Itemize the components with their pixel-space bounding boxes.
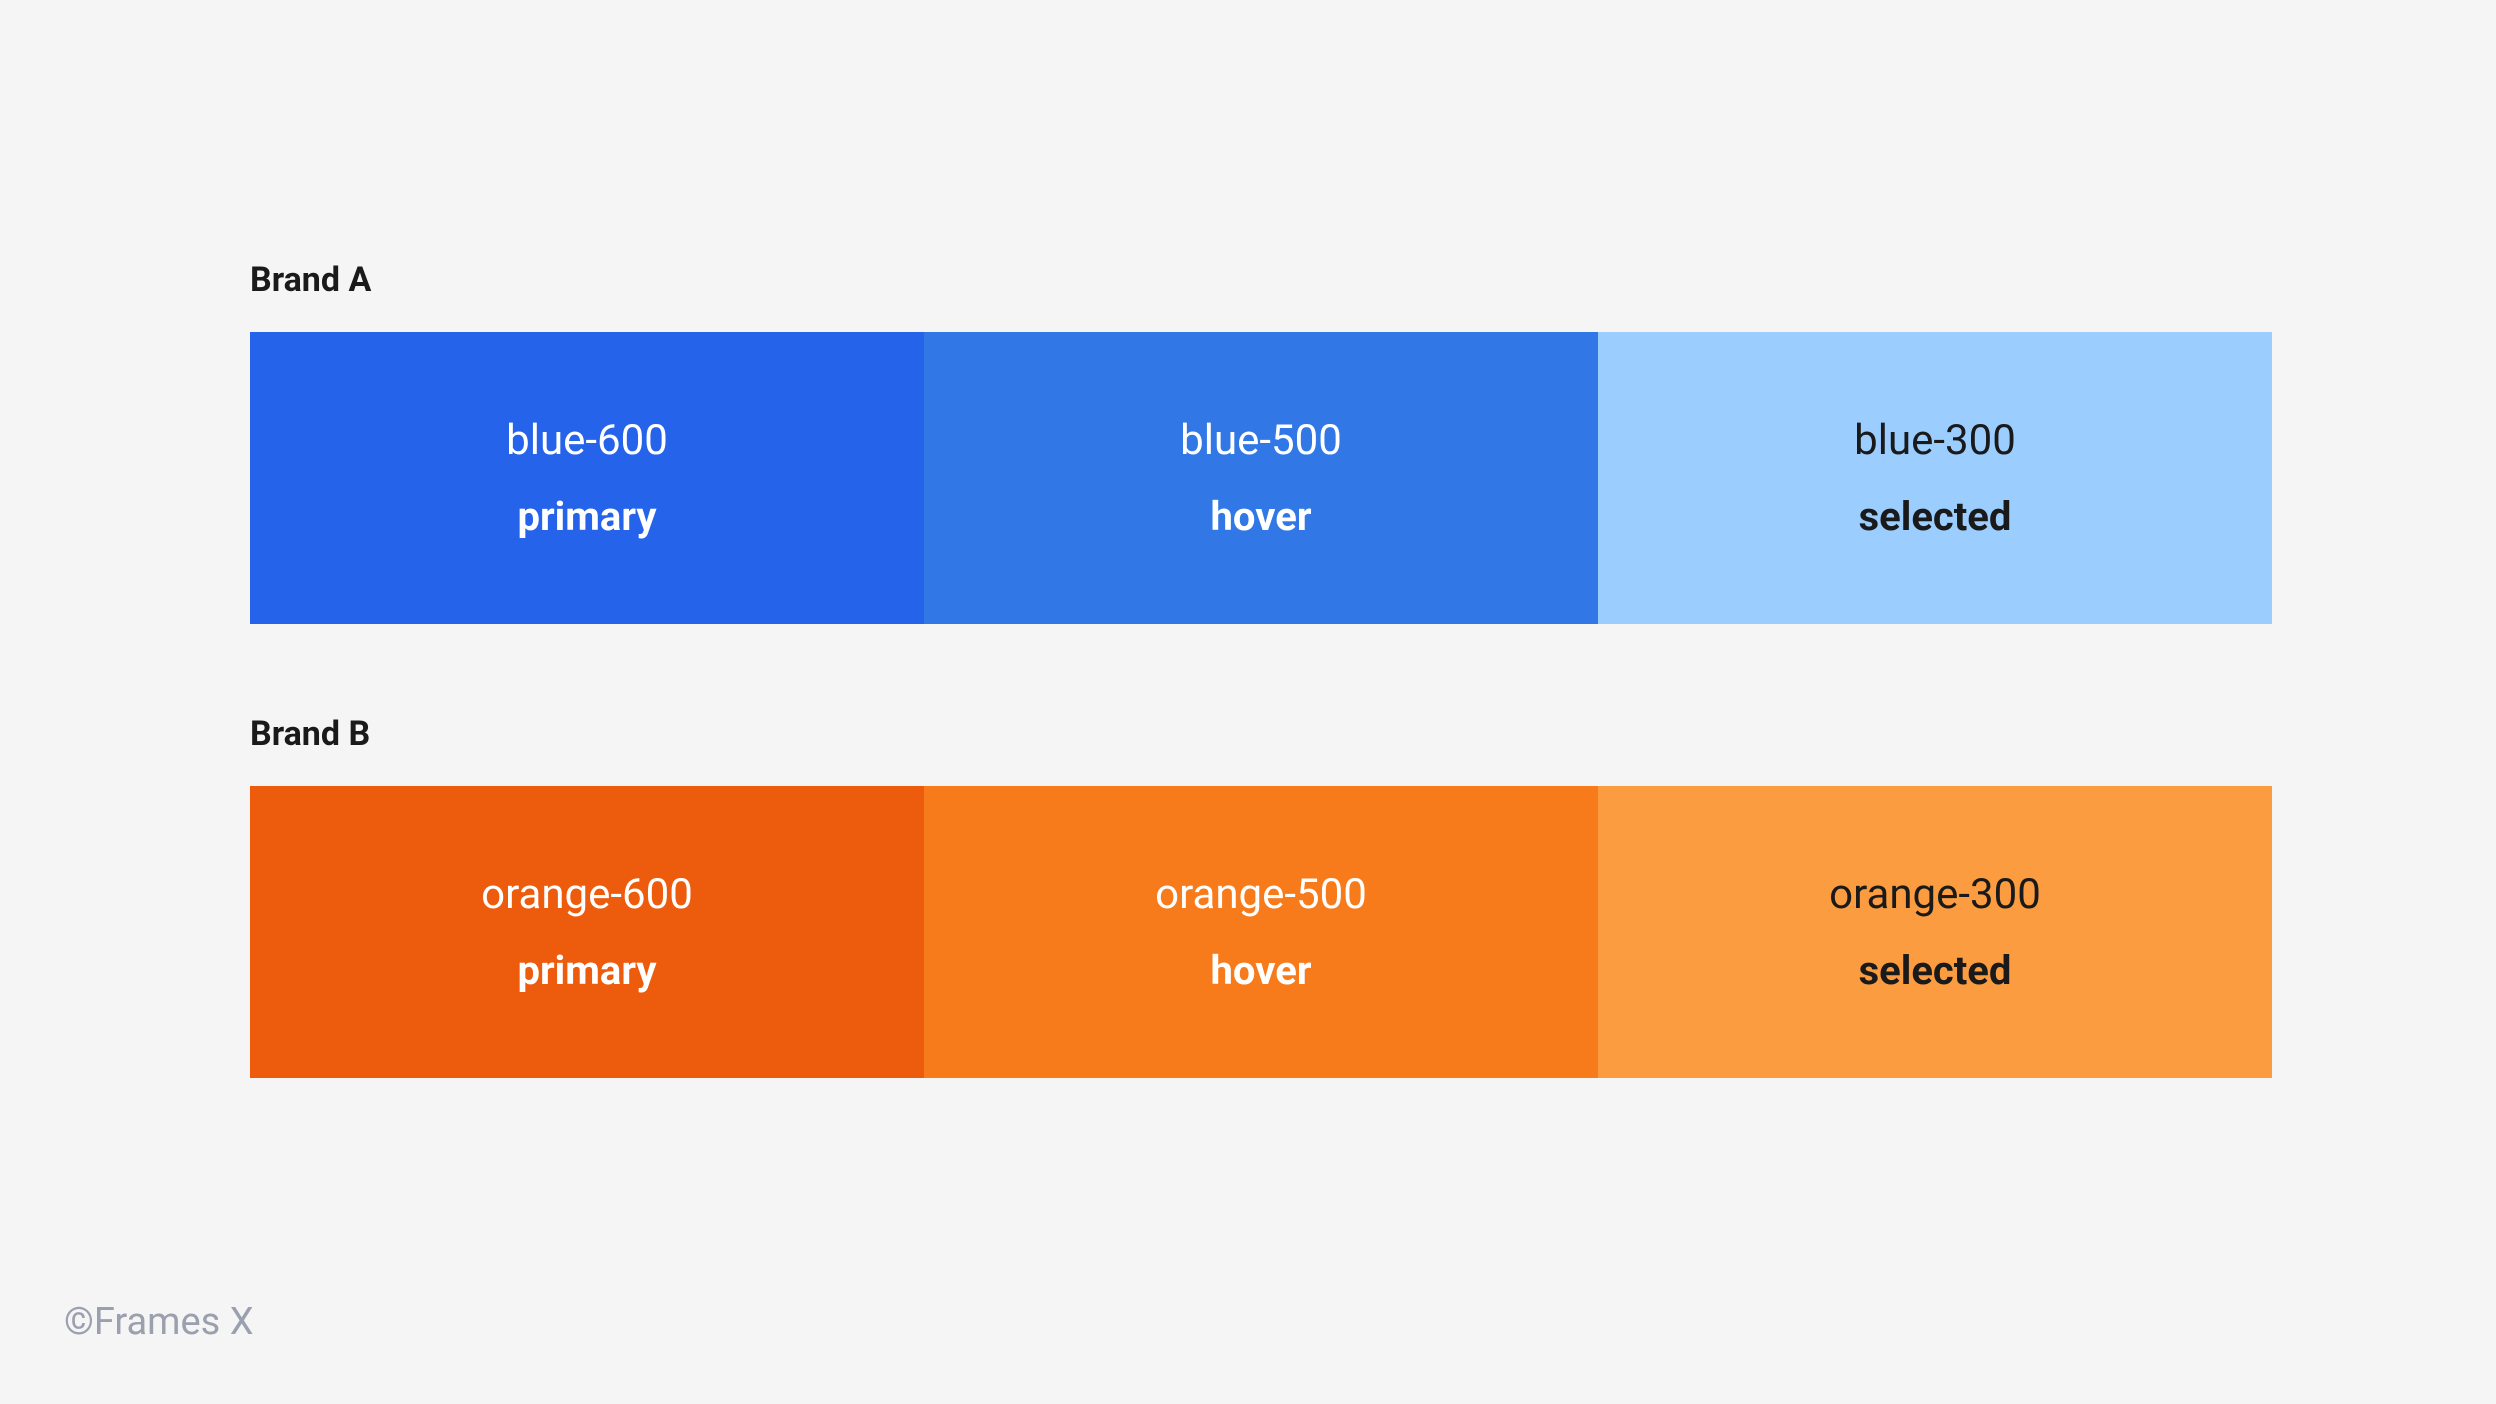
swatch-orange-600: orange-600 primary [250, 786, 924, 1078]
palette-container: Brand A blue-600 primary blue-500 hover … [250, 260, 2272, 1168]
swatch-orange-500: orange-500 hover [924, 786, 1598, 1078]
swatch-name: blue-300 [1854, 416, 2016, 465]
swatch-orange-300: orange-300 selected [1598, 786, 2272, 1078]
swatch-blue-600: blue-600 primary [250, 332, 924, 624]
swatch-blue-500: blue-500 hover [924, 332, 1598, 624]
footer-credit: ©Frames X [64, 1300, 254, 1344]
brand-b-title: Brand B [250, 714, 2272, 754]
swatch-name: orange-500 [1155, 870, 1367, 919]
swatch-name: orange-300 [1829, 870, 2041, 919]
brand-a-title: Brand A [250, 260, 2272, 300]
swatch-role: hover [1211, 493, 1312, 540]
swatch-name: blue-500 [1180, 416, 1342, 465]
brand-b-section: Brand B orange-600 primary orange-500 ho… [250, 714, 2272, 1078]
brand-a-section: Brand A blue-600 primary blue-500 hover … [250, 260, 2272, 624]
swatch-role: primary [518, 947, 657, 994]
swatch-role: primary [518, 493, 657, 540]
brand-a-swatch-row: blue-600 primary blue-500 hover blue-300… [250, 332, 2272, 624]
swatch-blue-300: blue-300 selected [1598, 332, 2272, 624]
swatch-name: orange-600 [481, 870, 693, 919]
swatch-role: selected [1859, 947, 2012, 994]
swatch-name: blue-600 [506, 416, 668, 465]
swatch-role: hover [1211, 947, 1312, 994]
swatch-role: selected [1859, 493, 2012, 540]
brand-b-swatch-row: orange-600 primary orange-500 hover oran… [250, 786, 2272, 1078]
